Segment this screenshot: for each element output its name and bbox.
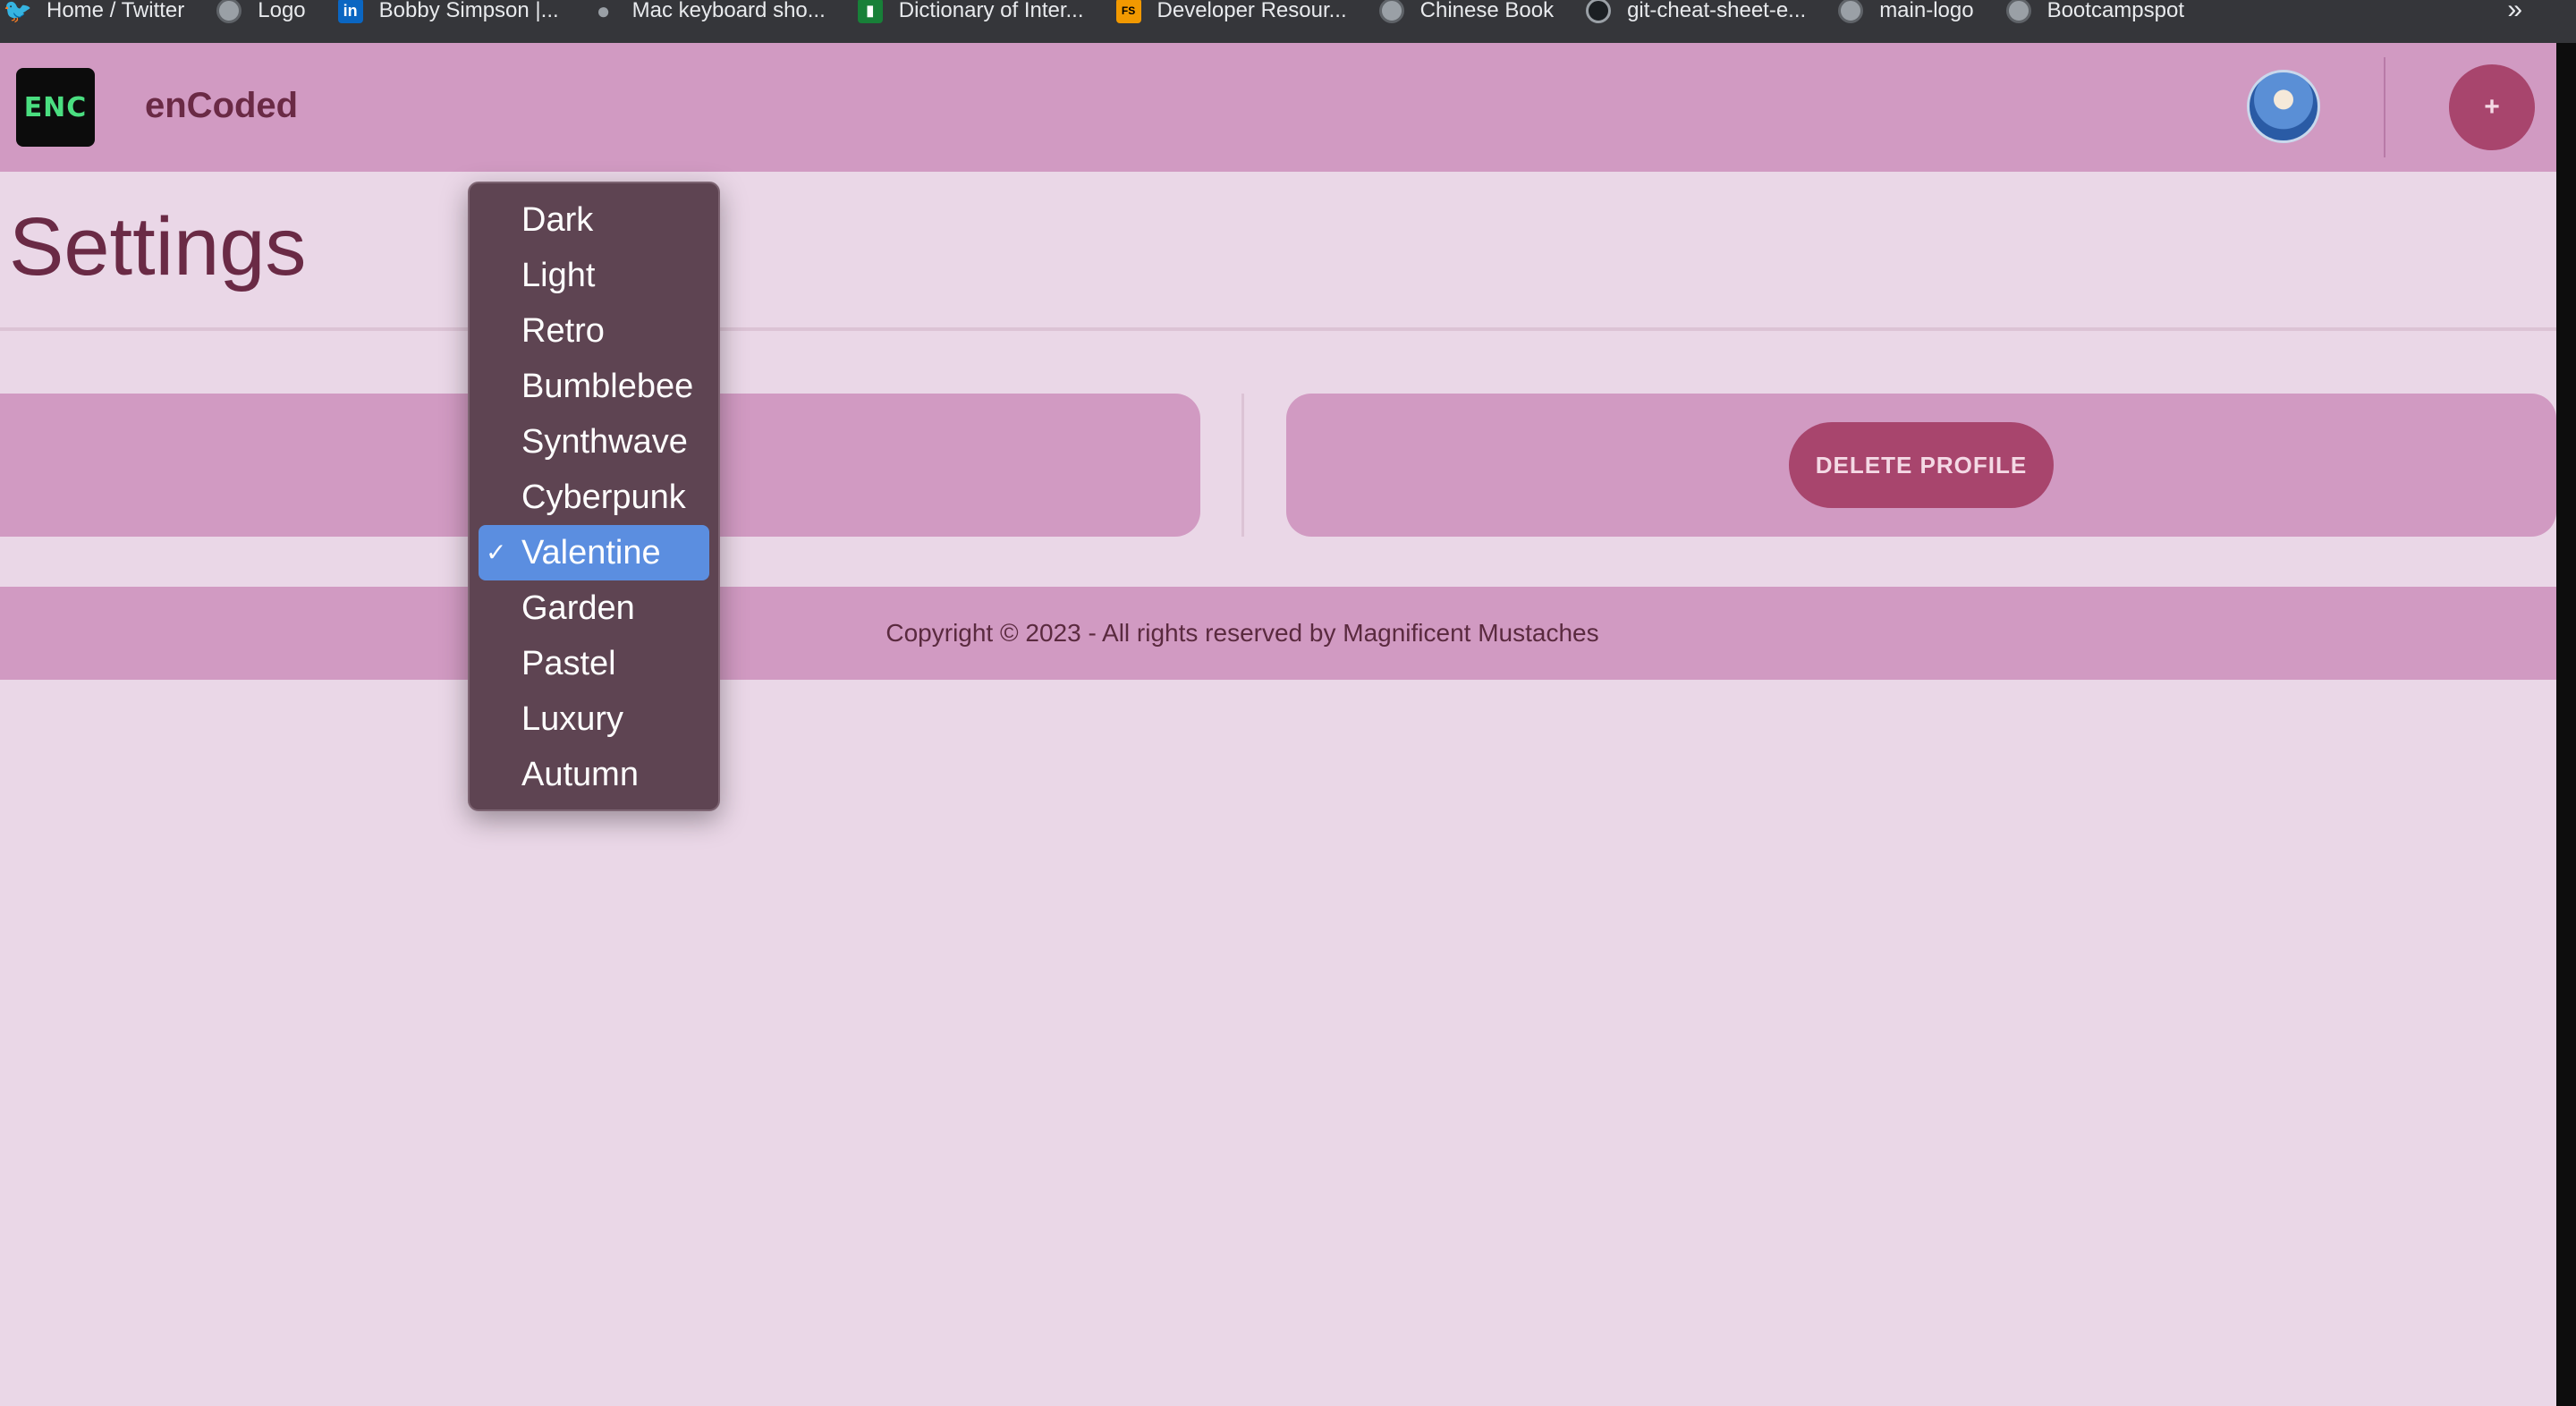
- theme-option-autumn[interactable]: Autumn: [479, 747, 709, 802]
- book-icon: ▮: [857, 0, 883, 23]
- option-label: Light: [521, 256, 596, 294]
- brand-name[interactable]: enCoded: [145, 86, 298, 126]
- theme-select-menu[interactable]: Dark Light Retro Bumblebee Synthwave Cyb…: [468, 182, 720, 811]
- twitter-icon: 🐦: [3, 0, 33, 24]
- bookmark-bootcampspot[interactable]: Bootcampspot: [2005, 0, 2216, 32]
- option-label: Pastel: [521, 644, 616, 682]
- bookmark-chinese-book[interactable]: Chinese Book: [1378, 0, 1586, 32]
- footer: Copyright © 2023 - All rights reserved b…: [0, 587, 2556, 680]
- bookmark-mac-keyboard[interactable]: ● Mac keyboard sho...: [591, 0, 858, 32]
- bookmark-label: Chinese Book: [1419, 0, 1555, 22]
- bookmark-label: Mac keyboard sho...: [631, 0, 826, 22]
- theme-option-valentine[interactable]: ✓ Valentine: [479, 525, 709, 580]
- bookmark-label: Bobby Simpson |...: [378, 0, 559, 22]
- option-label: Bumblebee: [521, 367, 694, 405]
- window-edge: [2556, 43, 2576, 1406]
- bookmark-git-cheat-sheet[interactable]: git-cheat-sheet-e...: [1586, 0, 1838, 32]
- theme-option-luxury[interactable]: Luxury: [479, 691, 709, 747]
- app-logo[interactable]: ENC: [16, 68, 95, 147]
- globe-icon: [1378, 0, 1404, 23]
- theme-option-synthwave[interactable]: Synthwave: [479, 414, 709, 470]
- checkmark-icon: ✓: [486, 538, 507, 566]
- bookmarks-overflow-chevron-icon[interactable]: »: [2507, 0, 2522, 25]
- globe-icon: [1838, 0, 1864, 23]
- theme-option-garden[interactable]: Garden: [479, 580, 709, 636]
- theme-option-retro[interactable]: Retro: [479, 303, 709, 359]
- page-title: Settings: [9, 201, 307, 292]
- bookmark-label: Home / Twitter: [47, 0, 185, 22]
- option-label: Dark: [521, 200, 594, 239]
- theme-option-pastel[interactable]: Pastel: [479, 636, 709, 691]
- navbar-divider: [2384, 57, 2385, 157]
- bookmark-dictionary[interactable]: ▮ Dictionary of Inter...: [857, 0, 1116, 32]
- bookmark-label: Developer Resour...: [1157, 0, 1347, 22]
- copyright-text: Copyright © 2023 - All rights reserved b…: [886, 619, 1599, 647]
- divider: [0, 327, 2556, 331]
- globe-icon: [2005, 0, 2031, 23]
- option-label: Valentine: [521, 533, 661, 572]
- bookmarks-bar: 🐦 Home / Twitter Logo in Bobby Simpson |…: [0, 0, 2576, 43]
- bookmark-logo[interactable]: Logo: [216, 0, 337, 32]
- option-label: Synthwave: [521, 422, 688, 461]
- card-divider: [1241, 394, 1244, 537]
- navbar: ENC enCoded +: [0, 43, 2556, 172]
- avatar[interactable]: [2247, 70, 2320, 143]
- theme-option-cyberpunk[interactable]: Cyberpunk: [479, 470, 709, 525]
- delete-profile-button[interactable]: DELETE PROFILE: [1789, 422, 2054, 508]
- bookmark-developer[interactable]: FS Developer Resour...: [1115, 0, 1379, 32]
- github-icon: [1586, 0, 1612, 23]
- option-label: Retro: [521, 311, 605, 350]
- option-label: Garden: [521, 589, 635, 627]
- option-label: Autumn: [521, 755, 639, 793]
- bookmark-label: git-cheat-sheet-e...: [1627, 0, 1807, 22]
- fs-icon: FS: [1115, 0, 1141, 23]
- bookmark-label: Logo: [258, 0, 306, 22]
- linkedin-icon: in: [337, 0, 363, 23]
- bookmark-linkedin[interactable]: in Bobby Simpson |...: [337, 0, 591, 32]
- bookmark-main-logo[interactable]: main-logo: [1838, 0, 2005, 32]
- theme-option-dark[interactable]: Dark: [479, 192, 709, 248]
- bookmark-label: main-logo: [1879, 0, 1974, 22]
- option-label: Luxury: [521, 699, 624, 738]
- bookmark-twitter[interactable]: 🐦 Home / Twitter: [3, 0, 216, 32]
- globe-icon: [216, 0, 242, 23]
- add-button[interactable]: +: [2449, 64, 2535, 150]
- option-label: Cyberpunk: [521, 478, 686, 516]
- theme-option-bumblebee[interactable]: Bumblebee: [479, 359, 709, 414]
- settings-page: ENC enCoded + Settings DELETE PROFILE Co…: [0, 43, 2556, 1406]
- apple-icon: ●: [596, 0, 611, 24]
- bookmark-label: Bootcampspot: [2046, 0, 2184, 22]
- theme-option-light[interactable]: Light: [479, 248, 709, 303]
- bookmark-label: Dictionary of Inter...: [898, 0, 1084, 22]
